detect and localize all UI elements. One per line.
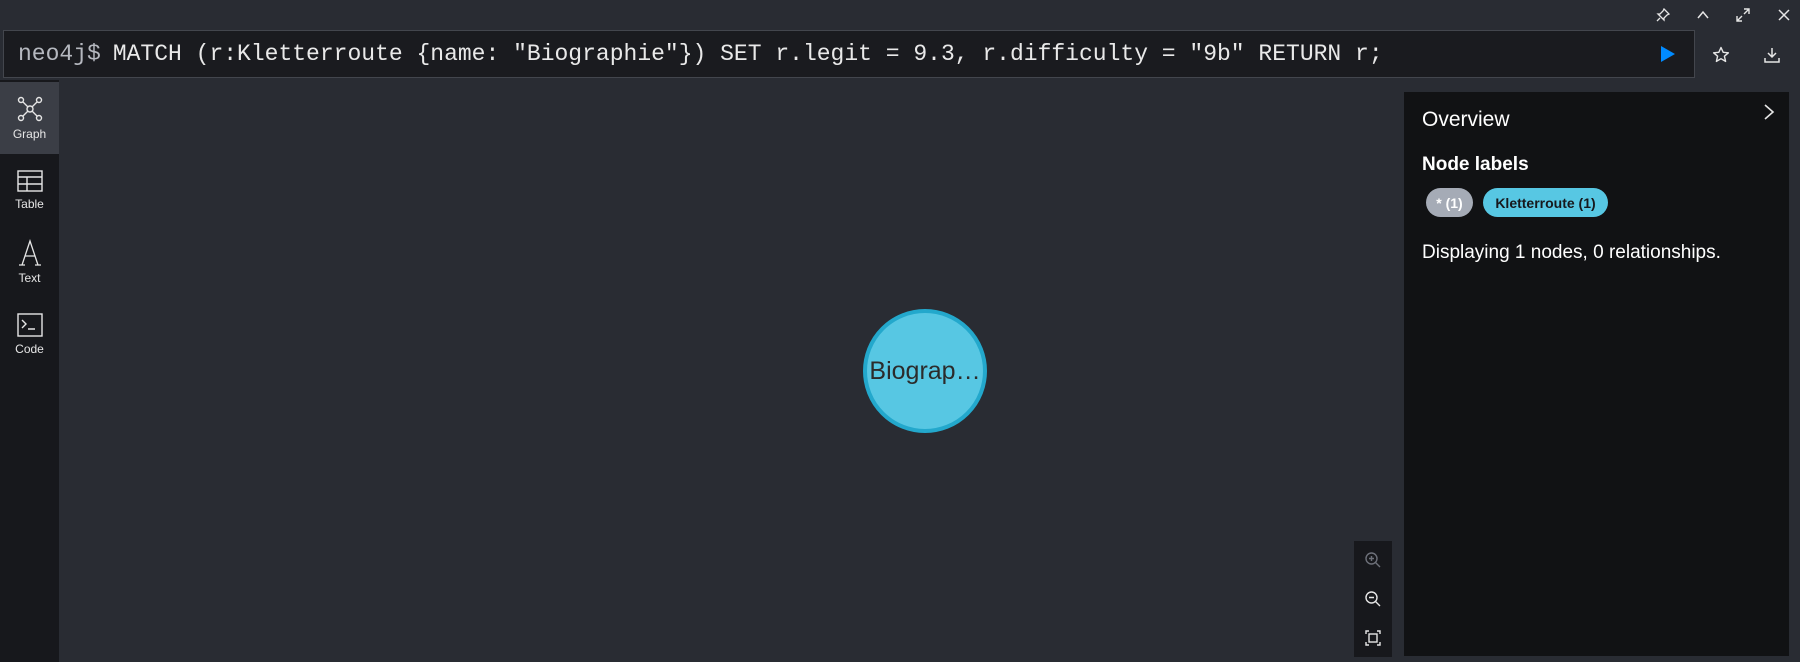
favorite-button[interactable] — [1708, 42, 1734, 68]
fit-icon[interactable] — [1361, 626, 1385, 650]
result-summary: Displaying 1 nodes, 0 relationships. — [1422, 242, 1721, 263]
chevron-up-icon[interactable] — [1692, 4, 1714, 26]
view-sidebar: Graph Table Text Code — [0, 80, 59, 662]
graph-icon — [17, 96, 42, 122]
download-button[interactable] — [1759, 42, 1785, 68]
close-icon[interactable] — [1773, 4, 1795, 26]
query-text[interactable]: MATCH (r:Kletterroute {name: "Biographie… — [113, 41, 1383, 67]
window-toolbar — [0, 0, 1800, 30]
chevron-right-icon — [1764, 104, 1775, 120]
sidebar-item-label: Table — [15, 197, 44, 211]
zoom-in-icon[interactable] — [1361, 548, 1385, 572]
run-button[interactable] — [1656, 42, 1680, 66]
maximize-icon[interactable] — [1732, 4, 1754, 26]
zoom-out-icon[interactable] — [1361, 587, 1385, 611]
graph-node[interactable]: Biograp… — [863, 309, 987, 433]
sidebar-item-label: Graph — [12, 127, 47, 141]
play-icon — [1661, 46, 1675, 62]
text-icon — [18, 239, 41, 266]
query-editor[interactable]: neo4j$ MATCH (r:Kletterroute {name: "Bio… — [3, 30, 1695, 78]
query-prompt: neo4j$ — [18, 41, 101, 67]
download-icon — [1764, 48, 1780, 63]
zoom-controls — [1354, 541, 1392, 657]
pin-icon[interactable] — [1652, 4, 1674, 26]
node-labels-heading: Node labels — [1422, 154, 1529, 175]
sidebar-item-text[interactable]: Text — [0, 226, 59, 298]
graph-canvas[interactable] — [59, 80, 1404, 662]
sidebar-item-code[interactable]: Code — [0, 298, 59, 370]
sidebar-item-graph[interactable]: Graph — [0, 82, 59, 154]
collapse-panel-button[interactable] — [1758, 101, 1780, 123]
overview-panel: Overview Node labels * (1) Kletterroute … — [1404, 92, 1789, 656]
label-pill-kletterroute[interactable]: Kletterroute (1) — [1483, 188, 1608, 217]
star-icon — [1712, 46, 1730, 63]
sidebar-item-label: Code — [15, 342, 44, 356]
sidebar-item-label: Text — [18, 271, 41, 285]
node-caption: Biograp… — [869, 356, 981, 385]
table-icon — [16, 170, 43, 192]
sidebar-item-table[interactable]: Table — [0, 154, 59, 226]
label-pill-all[interactable]: * (1) — [1426, 188, 1473, 217]
overview-title: Overview — [1422, 108, 1510, 131]
code-icon — [16, 313, 43, 337]
